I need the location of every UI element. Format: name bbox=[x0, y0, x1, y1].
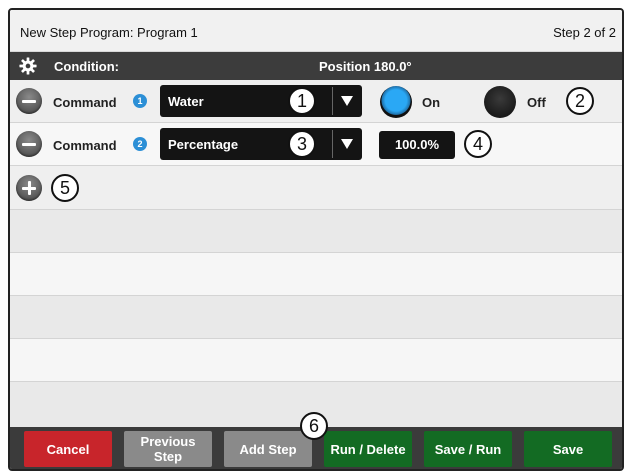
title-bar: New Step Program: Program 1 Step 2 of 2 bbox=[10, 10, 622, 52]
save-button[interactable]: Save bbox=[524, 431, 612, 467]
condition-label: Condition: bbox=[54, 59, 119, 74]
remove-command-2-button[interactable] bbox=[16, 131, 42, 157]
command-row-2: Command 2 Percentage 3 100.0% 4 bbox=[10, 123, 622, 166]
condition-bar[interactable]: Condition: Position 180.0° bbox=[10, 52, 622, 80]
on-label: On bbox=[422, 95, 441, 110]
callout-6: 6 bbox=[300, 412, 328, 440]
add-command-button[interactable] bbox=[16, 175, 42, 201]
dropdown-divider bbox=[332, 130, 333, 158]
minus-icon bbox=[22, 99, 36, 103]
callout-5: 5 bbox=[51, 174, 79, 202]
callout-4: 4 bbox=[464, 130, 492, 158]
command-1-dropdown[interactable]: Water bbox=[160, 85, 362, 117]
on-radio-button[interactable] bbox=[380, 86, 412, 118]
command-2-dropdown[interactable]: Percentage bbox=[160, 128, 362, 160]
command-row-1: Command 1 Water 1 On Off 2 bbox=[10, 80, 622, 123]
callout-2: 2 bbox=[566, 87, 594, 115]
off-radio-button[interactable] bbox=[484, 86, 516, 118]
command-2-label: Command bbox=[53, 138, 117, 153]
minus-icon bbox=[22, 142, 36, 146]
callout-3: 3 bbox=[288, 130, 316, 158]
command-1-label: Command bbox=[53, 95, 117, 110]
empty-row bbox=[10, 296, 622, 339]
plus-icon bbox=[27, 181, 31, 195]
percentage-value-field[interactable]: 100.0% bbox=[379, 131, 455, 159]
save-run-button[interactable]: Save / Run bbox=[424, 431, 512, 467]
condition-value: Position 180.0° bbox=[319, 59, 412, 74]
add-step-button[interactable]: Add Step bbox=[224, 431, 312, 467]
dropdown-arrow-icon[interactable] bbox=[341, 96, 353, 106]
previous-step-button[interactable]: Previous Step bbox=[124, 431, 212, 467]
command-1-dropdown-value: Water bbox=[168, 94, 204, 109]
command-2-badge: 2 bbox=[133, 137, 147, 151]
dropdown-arrow-icon[interactable] bbox=[341, 139, 353, 149]
callout-1: 1 bbox=[288, 87, 316, 115]
cancel-button[interactable]: Cancel bbox=[24, 431, 112, 467]
command-1-badge: 1 bbox=[133, 94, 147, 108]
app-window: New Step Program: Program 1 Step 2 of 2 … bbox=[8, 8, 624, 471]
off-label: Off bbox=[527, 95, 546, 110]
add-command-row: 5 bbox=[10, 166, 622, 210]
remove-command-1-button[interactable] bbox=[16, 88, 42, 114]
run-delete-button[interactable]: Run / Delete bbox=[324, 431, 412, 467]
empty-row bbox=[10, 210, 622, 253]
empty-row bbox=[10, 253, 622, 296]
step-indicator: Step 2 of 2 bbox=[553, 25, 616, 40]
dropdown-divider bbox=[332, 87, 333, 115]
empty-row bbox=[10, 339, 622, 382]
gear-icon[interactable] bbox=[19, 57, 37, 75]
page-title: New Step Program: Program 1 bbox=[20, 25, 198, 40]
command-2-dropdown-value: Percentage bbox=[168, 137, 239, 152]
